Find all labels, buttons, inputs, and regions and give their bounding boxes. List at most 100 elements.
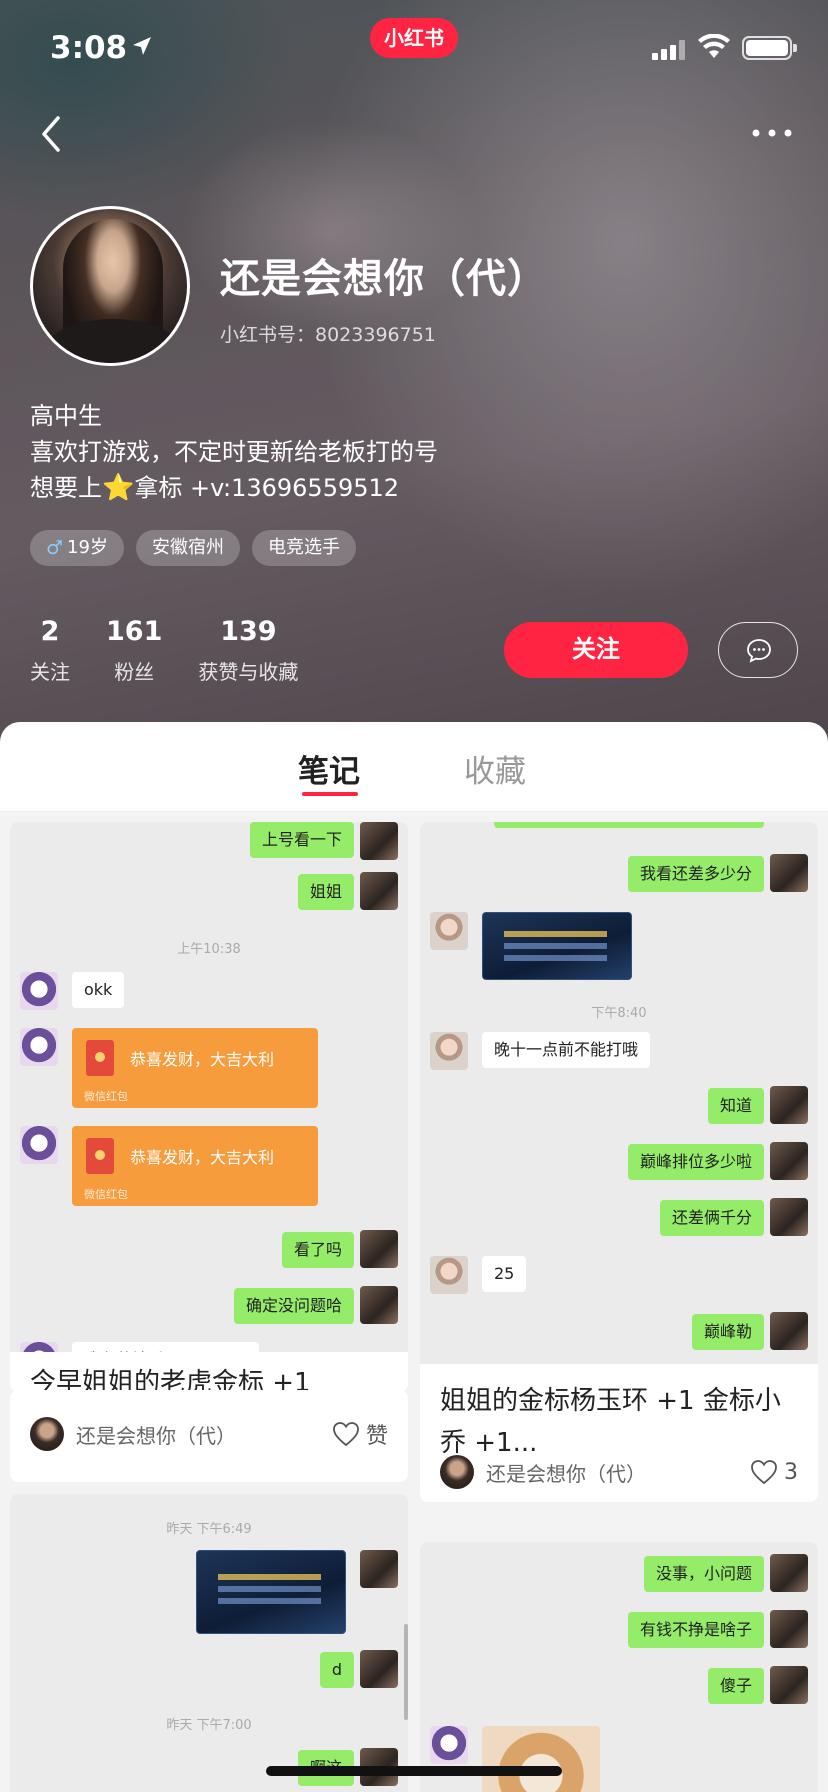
- chat-avatar: [360, 822, 398, 860]
- note-cover-screenshot: 上号看一下 姐姐 上午10:38 okk 恭喜发财，大吉大利 微信红包 恭喜发财…: [10, 822, 408, 1352]
- bio-text: 想要上: [30, 474, 102, 502]
- note-card[interactable]: 我看还差多少分 下午8:40 晚十一点前不能打哦 知道 巅峰排位多少啦 还差俩千…: [420, 822, 818, 1502]
- chat-bubble: 巅峰排位多少啦: [627, 1144, 764, 1180]
- like-button[interactable]: 赞: [332, 1418, 388, 1450]
- location-arrow-icon: [130, 34, 154, 62]
- scrollbar[interactable]: [404, 1624, 408, 1720]
- chat-bubble: 确定没问题哈: [233, 1288, 354, 1324]
- red-packet-message: 恭喜发财，大吉大利 微信红包: [72, 1028, 318, 1108]
- chat-avatar: [770, 1142, 808, 1180]
- game-screenshot-image: [196, 1550, 346, 1634]
- chat-avatar: [20, 1126, 58, 1164]
- profile-stats: 2 关注 161 粉丝 139 获赞与收藏: [30, 614, 334, 685]
- battery-icon: [742, 36, 797, 60]
- note-card-footer[interactable]: 还是会想你（代） 赞: [10, 1390, 408, 1482]
- profile-id: 小红书号：8023396751: [220, 324, 436, 346]
- chat-bubble: 知道: [707, 1088, 764, 1124]
- chat-bubble: 我在营地看了 7266 吧: [72, 1342, 259, 1352]
- chat-avatar: [770, 1086, 808, 1124]
- author-name: 还是会想你（代）: [486, 1461, 646, 1486]
- stat-label: 关注: [30, 660, 70, 684]
- chat-avatar: [360, 1286, 398, 1324]
- bio-line: 高中生: [30, 402, 102, 430]
- chat-avatar: [770, 1554, 808, 1592]
- message-button[interactable]: [718, 622, 798, 678]
- red-envelope-icon: [86, 1040, 114, 1076]
- note-meta: 还是会想你（代） 3: [440, 1454, 798, 1490]
- note-title: 姐姐的金标杨玉环 +1 金标小乔 +1...: [440, 1386, 781, 1458]
- author-avatar: [440, 1455, 474, 1489]
- stat-likes[interactable]: 139 获赞与收藏: [198, 614, 298, 685]
- chat-avatar: [360, 1550, 398, 1588]
- wifi-icon: [698, 33, 730, 64]
- chat-avatar: [430, 1032, 468, 1070]
- stat-followers[interactable]: 161 粉丝: [106, 614, 162, 685]
- like-button[interactable]: 3: [750, 1459, 798, 1485]
- profile-name: 还是会想你（代）: [220, 256, 548, 302]
- more-options-icon[interactable]: [748, 118, 796, 148]
- red-packet-text: 恭喜发财，大吉大利: [130, 1050, 275, 1069]
- red-packet-text: 恭喜发财，大吉大利: [130, 1148, 275, 1167]
- like-count: 赞: [365, 1424, 388, 1449]
- stat-number: 139: [220, 616, 277, 647]
- follow-button[interactable]: 关注: [504, 622, 688, 678]
- chat-bubble: 还差俩千分: [659, 1200, 764, 1236]
- tag-location: 安徽宿州: [135, 530, 240, 566]
- stat-label: 获赞与收藏: [198, 660, 299, 684]
- tag-age: ♂ 19岁: [30, 530, 124, 566]
- chat-avatar: [770, 1666, 808, 1704]
- chat-bubble: d: [319, 1652, 354, 1688]
- tab-notes[interactable]: 笔记: [298, 746, 360, 791]
- bio-text: 拿标 +v:13696559512: [134, 474, 400, 502]
- stat-following[interactable]: 2 关注: [30, 614, 70, 685]
- chat-bubble: 我看还差多少分: [627, 856, 764, 892]
- chat-timestamp: 昨天 下午6:49: [166, 1522, 252, 1537]
- red-packet-message: 恭喜发财，大吉大利 微信红包: [72, 1126, 318, 1206]
- chat-avatar: [770, 1610, 808, 1648]
- tab-favorites[interactable]: 收藏: [464, 746, 526, 791]
- notes-feed: 上号看一下 姐姐 上午10:38 okk 恭喜发财，大吉大利 微信红包 恭喜发财…: [0, 812, 828, 1792]
- profile-avatar[interactable]: [30, 206, 190, 366]
- status-time: 3:08: [50, 30, 128, 66]
- stat-label: 粉丝: [114, 660, 155, 684]
- author-avatar: [30, 1417, 64, 1451]
- tag-age-label: 19岁: [67, 537, 108, 558]
- chat-timestamp: 下午8:40: [591, 1006, 647, 1021]
- chat-avatar: [430, 912, 468, 950]
- profile-header: 3:08 小红书 还是会想你（代） 小红书号：8023396751 高中生 喜欢…: [0, 0, 828, 760]
- profile-tabs: 笔记 收藏: [0, 722, 828, 812]
- heart-icon: [333, 1422, 359, 1447]
- back-button[interactable]: [34, 112, 74, 156]
- red-envelope-icon: [86, 1138, 114, 1174]
- chat-bubble: 上号看一下: [249, 822, 354, 858]
- chat-bubble-icon: [747, 639, 771, 663]
- note-card[interactable]: 昨天 下午6:49 d 昨天 下午7:00 啊这: [10, 1494, 408, 1792]
- chat-avatar: [430, 1256, 468, 1294]
- chat-timestamp: 上午10:38: [177, 942, 241, 957]
- chat-timestamp: 昨天 下午7:00: [166, 1718, 252, 1733]
- note-cover-screenshot: 没事，小问题 有钱不挣是啥子 傻子: [420, 1542, 818, 1792]
- bio-line: 想要上⭐拿标 +v:13696559512: [30, 470, 438, 506]
- dog-photo-image: [482, 1726, 600, 1792]
- chat-bubble: 傻子: [707, 1668, 764, 1704]
- like-count: 3: [784, 1459, 798, 1485]
- game-screenshot-image: [482, 912, 632, 980]
- cellular-signal-icon: [652, 40, 686, 64]
- stat-number: 161: [106, 616, 163, 647]
- author-name: 还是会想你（代）: [76, 1423, 236, 1448]
- red-packet-label: 微信红包: [84, 1188, 128, 1201]
- tag-role: 电竞选手: [251, 530, 356, 566]
- chat-bubble: okk: [72, 972, 125, 1008]
- note-card[interactable]: 没事，小问题 有钱不挣是啥子 傻子: [420, 1542, 818, 1792]
- chat-avatar: [770, 1198, 808, 1236]
- chat-bubble: 25: [482, 1256, 527, 1292]
- note-meta: 还是会想你（代） 赞: [30, 1416, 388, 1452]
- profile-bio: 高中生 喜欢打游戏，不定时更新给老板打的号 想要上⭐拿标 +v:13696559…: [30, 398, 438, 506]
- chat-avatar: [360, 872, 398, 910]
- note-card[interactable]: 上号看一下 姐姐 上午10:38 okk 恭喜发财，大吉大利 微信红包 恭喜发财…: [10, 822, 408, 1392]
- chat-avatar: [770, 1312, 808, 1350]
- chat-avatar: [20, 1028, 58, 1066]
- bio-line: 喜欢打游戏，不定时更新给老板打的号: [30, 438, 438, 466]
- chat-avatar: [20, 972, 58, 1010]
- stat-number: 2: [40, 616, 60, 647]
